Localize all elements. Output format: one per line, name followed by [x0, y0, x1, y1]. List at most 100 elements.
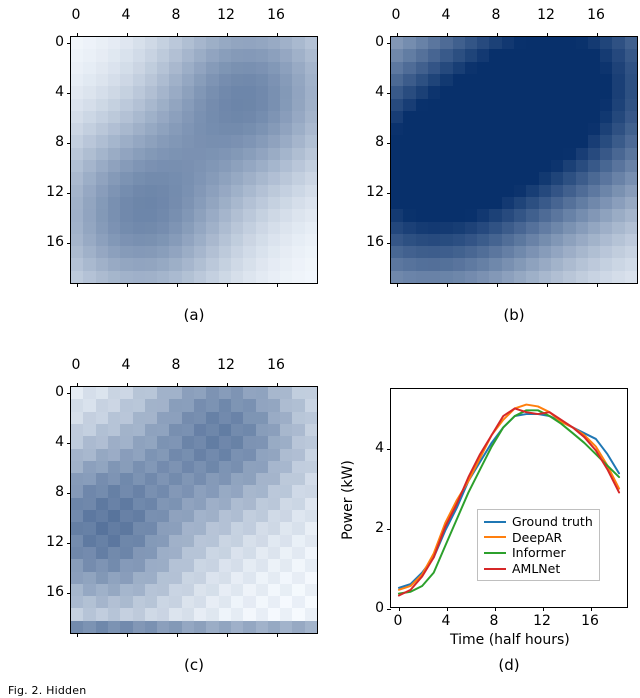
heatmap-cell — [157, 62, 169, 74]
heatmap-cell — [83, 172, 95, 184]
heatmap-cell — [83, 461, 95, 473]
heatmap-cell — [231, 608, 243, 620]
heatmap-cell — [182, 412, 194, 424]
heatmap-cell — [280, 621, 292, 633]
heatmap-cell — [133, 271, 145, 283]
panel-a-axes — [70, 36, 318, 284]
heatmap-cell — [157, 49, 169, 61]
heatmap-cell — [243, 246, 255, 258]
heatmap-cell — [108, 436, 120, 448]
heatmap-cell — [71, 123, 83, 135]
heatmap-cell — [280, 535, 292, 547]
heatmap-cell — [108, 412, 120, 424]
heatmap-cell — [280, 37, 292, 49]
heatmap-cell — [219, 596, 231, 608]
heatmap-cell — [256, 271, 268, 283]
heatmap-cell — [108, 246, 120, 258]
heatmap-cell — [182, 111, 194, 123]
heatmap-cell — [551, 209, 563, 221]
heatmap-cell — [194, 37, 206, 49]
heatmap-cell — [169, 461, 181, 473]
heatmap-cell — [526, 74, 538, 86]
heatmap-cell — [194, 234, 206, 246]
heatmap-cell — [169, 584, 181, 596]
heatmap-cell — [576, 258, 588, 270]
heatmap-cell — [489, 172, 501, 184]
heatmap-cell — [133, 621, 145, 633]
heatmap-cell — [305, 86, 317, 98]
heatmap-cell — [169, 62, 181, 74]
heatmap-cell — [243, 258, 255, 270]
heatmap-cell — [489, 271, 501, 283]
heatmap-cell — [182, 621, 194, 633]
heatmap-cell — [219, 436, 231, 448]
heatmap-cell — [108, 621, 120, 633]
heatmap-cell — [120, 449, 132, 461]
panel-d-xtick-12: 12 — [533, 614, 551, 628]
heatmap-cell — [305, 412, 317, 424]
heatmap-cell — [292, 535, 304, 547]
panel-b-xtick-16: 16 — [587, 8, 605, 22]
heatmap-cell — [563, 37, 575, 49]
heatmap-cell — [391, 86, 403, 98]
heatmap-cell — [256, 135, 268, 147]
heatmap-cell — [625, 209, 637, 221]
heatmap-cell — [625, 99, 637, 111]
heatmap-cell — [563, 185, 575, 197]
heatmap-cell — [477, 49, 489, 61]
heatmap-cell — [83, 547, 95, 559]
heatmap-cell — [502, 271, 514, 283]
heatmap-cell — [120, 160, 132, 172]
heatmap-cell — [625, 197, 637, 209]
heatmap-cell — [477, 135, 489, 147]
heatmap-cell — [440, 197, 452, 209]
heatmap-cell — [231, 258, 243, 270]
heatmap-cell — [231, 596, 243, 608]
panel-b-xtick-8: 8 — [492, 8, 501, 22]
heatmap-cell — [133, 234, 145, 246]
heatmap-cell — [120, 461, 132, 473]
heatmap-cell — [231, 461, 243, 473]
heatmap-cell — [477, 86, 489, 98]
heatmap-cell — [133, 572, 145, 584]
heatmap-cell — [268, 197, 280, 209]
heatmap-cell — [428, 111, 440, 123]
legend-item-deepar: DeepAR — [484, 530, 593, 546]
heatmap-cell — [182, 222, 194, 234]
heatmap-cell — [182, 547, 194, 559]
heatmap-cell — [428, 148, 440, 160]
heatmap-cell — [145, 608, 157, 620]
heatmap-cell — [120, 86, 132, 98]
heatmap-cell — [612, 123, 624, 135]
heatmap-cell — [465, 99, 477, 111]
heatmap-cell — [305, 399, 317, 411]
heatmap-cell — [440, 209, 452, 221]
heatmap-cell — [403, 74, 415, 86]
heatmap-cell — [206, 412, 218, 424]
heatmap-cell — [169, 473, 181, 485]
heatmap-cell — [502, 209, 514, 221]
heatmap-cell — [96, 596, 108, 608]
heatmap-cell — [477, 111, 489, 123]
heatmap-cell — [71, 148, 83, 160]
heatmap-cell — [268, 473, 280, 485]
heatmap-cell — [551, 258, 563, 270]
heatmap-cell — [182, 572, 194, 584]
heatmap-cell — [108, 473, 120, 485]
heatmap-cell — [243, 234, 255, 246]
heatmap-cell — [157, 485, 169, 497]
heatmap-cell — [280, 234, 292, 246]
heatmap-cell — [219, 135, 231, 147]
heatmap-cell — [157, 559, 169, 571]
heatmap-cell — [133, 172, 145, 184]
heatmap-cell — [526, 209, 538, 221]
heatmap-cell — [133, 510, 145, 522]
heatmap-cell — [83, 135, 95, 147]
heatmap-cell — [305, 596, 317, 608]
heatmap-cell — [514, 197, 526, 209]
heatmap-cell — [206, 473, 218, 485]
heatmap-cell — [465, 62, 477, 74]
heatmap-cell — [256, 608, 268, 620]
heatmap-cell — [489, 222, 501, 234]
heatmap-cell — [83, 485, 95, 497]
